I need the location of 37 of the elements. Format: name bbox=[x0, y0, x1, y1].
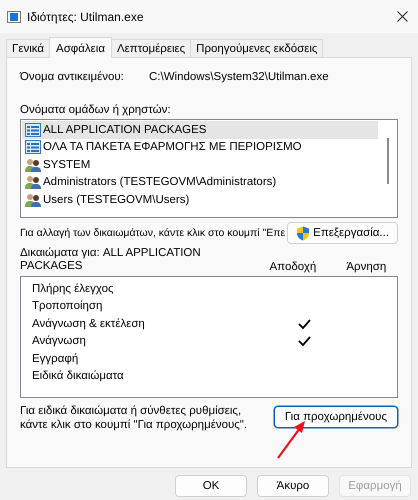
list-item[interactable]: Administrators (TESTEGOVM\Administrators) bbox=[22, 174, 378, 191]
dialog-button[interactable]: OK bbox=[175, 475, 247, 497]
permission-name: Ανάγνωση bbox=[32, 335, 87, 348]
tab[interactable]: Λεπτομέρειες bbox=[111, 39, 192, 57]
list-item[interactable]: SYSTEM bbox=[22, 156, 378, 174]
permission-name: Πλήρης έλεγχος bbox=[32, 282, 115, 295]
edit-button[interactable]: Επεξεργασία... bbox=[287, 222, 398, 244]
users-icon bbox=[25, 192, 41, 207]
permission-name: Ανάγνωση & εκτέλεση bbox=[32, 318, 146, 330]
permission-name: Ειδικά δικαιώματα bbox=[32, 370, 125, 382]
advanced-hint: Για ειδικά δικαιώματα ή σύνθετες ρυθμίσεις, κάντε κλικ στο κουμπί "Για προχωρημένους". bbox=[20, 405, 248, 432]
users-icon bbox=[25, 175, 41, 190]
list-item[interactable]: ΟΛΑ ΤΑ ΠΑΚΕΤΑ ΕΦΑΡΜΟΓΗΣ ΜΕ ΠΕΡΙΟΡΙΣΜΟ bbox=[22, 138, 378, 156]
column-header: Αποδοχή bbox=[268, 261, 318, 273]
permission-name: Εγγραφή bbox=[32, 352, 80, 365]
users-icon bbox=[25, 158, 41, 172]
scrollbar-thumb[interactable] bbox=[387, 138, 389, 184]
column-header: Άρνηση bbox=[345, 261, 388, 273]
shield-icon bbox=[296, 226, 310, 240]
advanced-button[interactable]: Για προχωρημένους bbox=[274, 406, 398, 428]
dialog-button[interactable]: Άκυρο bbox=[257, 475, 329, 497]
tab[interactable]: Προηγούμενες εκδόσεις bbox=[190, 39, 324, 57]
object-path: C:\Windows\System32\Utilman.exe bbox=[149, 71, 329, 85]
list-item[interactable]: Users (TESTEGOVM\Users) bbox=[22, 191, 378, 208]
window-icon bbox=[7, 10, 21, 22]
app-package-icon bbox=[25, 122, 41, 137]
permissions-label: Δικαιώματα για: ALL APPLICATION PACKAGES bbox=[20, 247, 202, 273]
tab[interactable]: Γενικά bbox=[6, 39, 50, 57]
close-icon[interactable] bbox=[397, 11, 408, 22]
list-label: Ονόματα ομάδων ή χρηστών: bbox=[20, 104, 172, 116]
list-item[interactable]: ALL APPLICATION PACKAGES bbox=[22, 121, 378, 138]
window-title: Ιδιότητες: Utilman.exe bbox=[27, 10, 144, 24]
field-label: Όνομα αντικειμένου: bbox=[20, 71, 125, 85]
tab[interactable]: Ασφάλεια bbox=[49, 37, 112, 58]
edit-hint: Για αλλαγή των δικαιωμάτων, κάντε κλικ στο κουμπί "Επε bbox=[20, 227, 286, 239]
permission-name: Τροποποίηση bbox=[32, 300, 104, 312]
app-package-icon bbox=[25, 140, 41, 154]
